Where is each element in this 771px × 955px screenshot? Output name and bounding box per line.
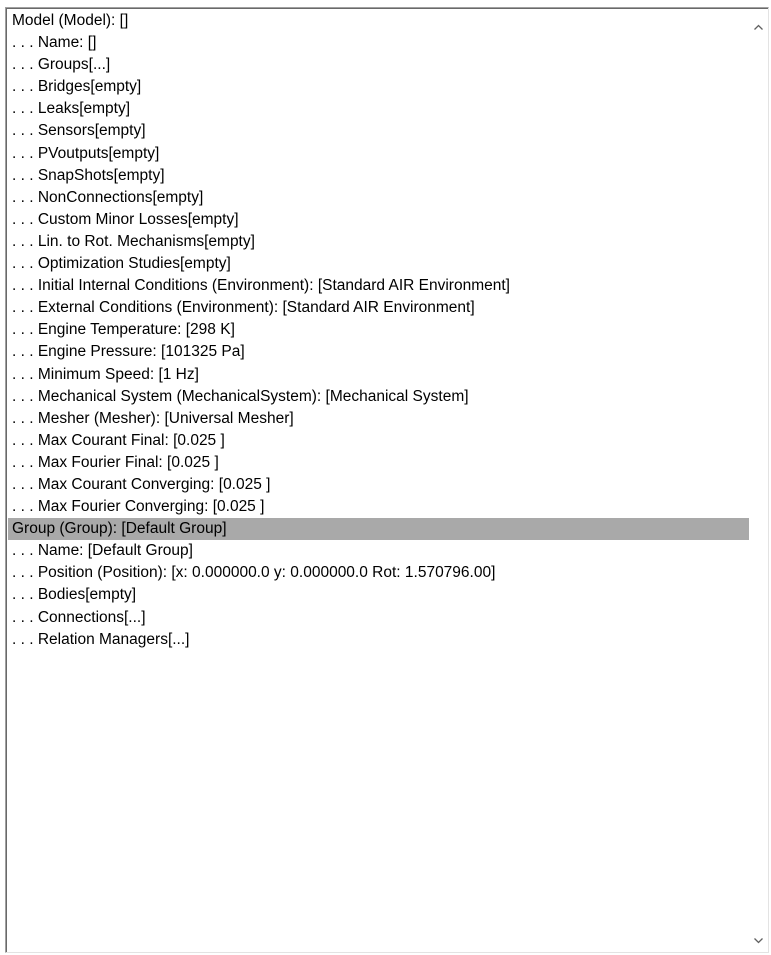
tree-row[interactable]: . . . Name: []	[8, 32, 749, 54]
tree-row[interactable]: Model (Model): []	[8, 10, 749, 32]
tree-row[interactable]: . . . Position (Position): [x: 0.000000.…	[8, 562, 749, 584]
tree-row[interactable]: . . . Max Fourier Converging: [0.025 ]	[8, 496, 749, 518]
tree-row[interactable]: . . . Groups[...]	[8, 54, 749, 76]
tree-row[interactable]: . . . Max Fourier Final: [0.025 ]	[8, 452, 749, 474]
tree-row[interactable]: . . . SnapShots[empty]	[8, 165, 749, 187]
tree-row[interactable]: . . . Optimization Studies[empty]	[8, 253, 749, 275]
tree-row[interactable]: . . . Bridges[empty]	[8, 76, 749, 98]
tree-row[interactable]: . . . Lin. to Rot. Mechanisms[empty]	[8, 231, 749, 253]
model-tree-listbox[interactable]: Model (Model): []. . . Name: []. . . Gro…	[5, 7, 769, 953]
tree-row[interactable]: . . . Name: [Default Group]	[8, 540, 749, 562]
tree-row[interactable]: . . . NonConnections[empty]	[8, 187, 749, 209]
tree-row[interactable]: . . . Sensors[empty]	[8, 120, 749, 142]
tree-row[interactable]: . . . Mesher (Mesher): [Universal Mesher…	[8, 408, 749, 430]
tree-row[interactable]: . . . Mechanical System (MechanicalSyste…	[8, 386, 749, 408]
chevron-down-icon	[754, 938, 763, 944]
tree-row[interactable]: . . . Custom Minor Losses[empty]	[8, 209, 749, 231]
tree-row[interactable]: . . . Max Courant Converging: [0.025 ]	[8, 474, 749, 496]
tree-row[interactable]: . . . Relation Managers[...]	[8, 629, 749, 651]
tree-row[interactable]: . . . Minimum Speed: [1 Hz]	[8, 364, 749, 386]
scroll-up-button[interactable]	[750, 19, 767, 36]
scroll-down-button[interactable]	[750, 932, 767, 949]
vertical-scrollbar[interactable]	[750, 9, 767, 951]
tree-row[interactable]: . . . Connections[...]	[8, 607, 749, 629]
tree-row[interactable]: . . . Leaks[empty]	[8, 98, 749, 120]
tree-row[interactable]: . . . PVoutputs[empty]	[8, 143, 749, 165]
tree-row-selected[interactable]: Group (Group): [Default Group]	[8, 518, 749, 541]
tree-row[interactable]: . . . Engine Temperature: [298 K]	[8, 319, 749, 341]
tree-row[interactable]: . . . Engine Pressure: [101325 Pa]	[8, 341, 749, 363]
tree-row[interactable]: . . . External Conditions (Environment):…	[8, 297, 749, 319]
tree-row[interactable]: . . . Bodies[empty]	[8, 584, 749, 606]
tree-rows: Model (Model): []. . . Name: []. . . Gro…	[8, 10, 749, 651]
chevron-up-icon	[754, 24, 763, 30]
tree-row[interactable]: . . . Max Courant Final: [0.025 ]	[8, 430, 749, 452]
tree-row[interactable]: . . . Initial Internal Conditions (Envir…	[8, 275, 749, 297]
